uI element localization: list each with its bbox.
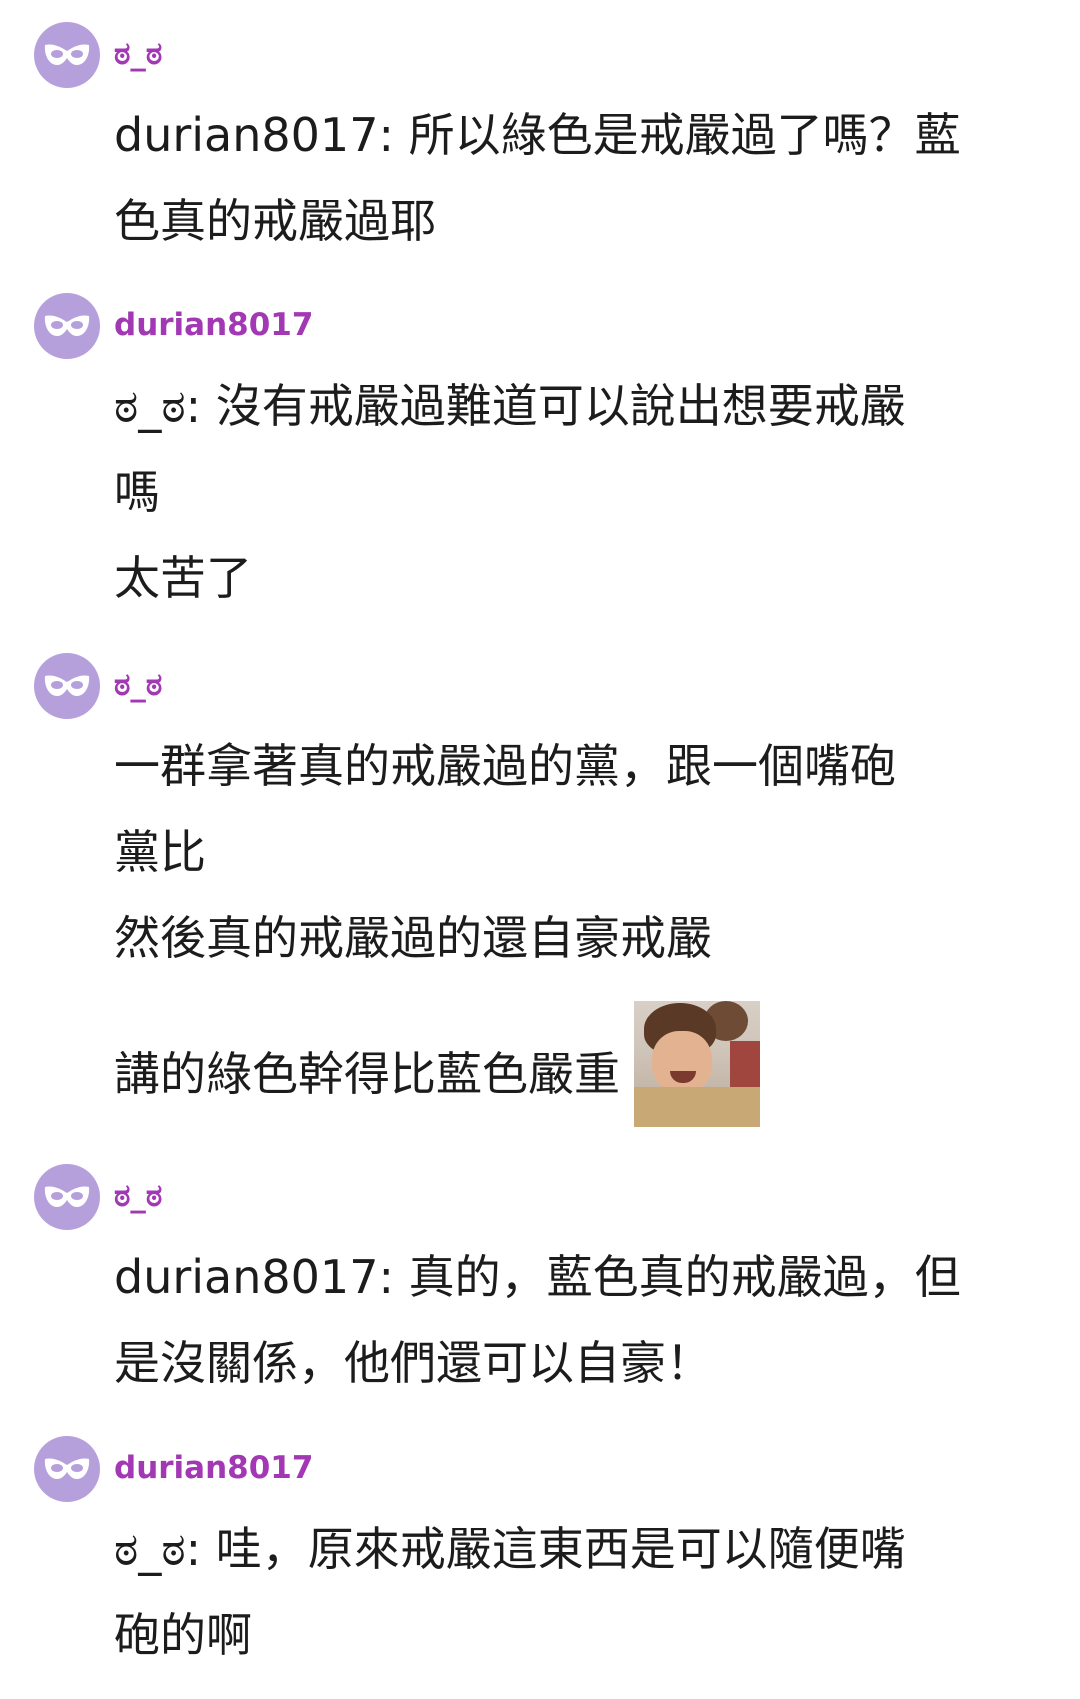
- comment-text-line: 一群拿著真的戒嚴過的黨，跟一個嘴砲: [114, 739, 896, 793]
- comment-body: 一群拿著真的戒嚴過的黨，跟一個嘴砲 黨比 然後真的戒嚴過的還自豪戒嚴 講的綠色幹…: [114, 723, 1054, 1127]
- mask-icon: [44, 44, 90, 65]
- comment-text-line: ಠ_ಠ: 沒有戒嚴過難道可以說出想要戒嚴: [114, 379, 906, 433]
- comment-text-line: 講的綠色幹得比藍色嚴重: [114, 1047, 620, 1101]
- comment-author[interactable]: ಠ_ಠ: [114, 1174, 162, 1218]
- comment-text-line: ಠ_ಠ: 哇，原來戒嚴這東西是可以隨便嘴: [114, 1522, 906, 1576]
- avatar[interactable]: [34, 1436, 100, 1502]
- comment-body: durian8017: 真的，藍色真的戒嚴過，但 是沒關係，他們還可以自豪！: [114, 1234, 1054, 1406]
- mask-icon: [44, 1186, 90, 1207]
- mask-icon: [44, 315, 90, 336]
- comment-text-line: durian8017: 真的，藍色真的戒嚴過，但: [114, 1250, 961, 1304]
- comment-text-line: durian8017: 所以綠色是戒嚴過了嗎？藍: [114, 108, 961, 162]
- avatar[interactable]: [34, 293, 100, 359]
- comment-text-line: 砲的啊: [114, 1608, 252, 1662]
- avatar[interactable]: [34, 1164, 100, 1230]
- comment-text-line: 然後真的戒嚴過的還自豪戒嚴: [114, 911, 712, 965]
- comment-text-line: 太苦了: [114, 551, 252, 605]
- comment-author[interactable]: durian8017: [114, 1446, 313, 1490]
- comment-author[interactable]: durian8017: [114, 303, 313, 347]
- comment-text-line: 黨比: [114, 825, 206, 879]
- comment-author[interactable]: ಠ_ಠ: [114, 663, 162, 707]
- comment-body: ಠ_ಠ: 哇，原來戒嚴這東西是可以隨便嘴 砲的啊: [114, 1506, 1054, 1678]
- comment-text-line: 嗎: [114, 465, 160, 519]
- comment-text-line: 是沒關係，他們還可以自豪！: [114, 1336, 712, 1390]
- comment-sticker-line: 講的綠色幹得比藍色嚴重: [114, 987, 1054, 1127]
- comment-body: ಠ_ಠ: 沒有戒嚴過難道可以說出想要戒嚴 嗎 太苦了: [114, 363, 1054, 621]
- comment-body: durian8017: 所以綠色是戒嚴過了嗎？藍 色真的戒嚴過耶: [114, 92, 1054, 264]
- laughing-man-sticker[interactable]: [634, 1001, 760, 1127]
- avatar[interactable]: [34, 22, 100, 88]
- avatar[interactable]: [34, 653, 100, 719]
- mask-icon: [44, 1458, 90, 1479]
- comment-author[interactable]: ಠ_ಠ: [114, 32, 162, 76]
- comment-text-line: 色真的戒嚴過耶: [114, 194, 436, 248]
- mask-icon: [44, 675, 90, 696]
- comment-feed: ಠ_ಠ durian8017: 所以綠色是戒嚴過了嗎？藍 色真的戒嚴過耶 dur…: [0, 0, 1080, 1699]
